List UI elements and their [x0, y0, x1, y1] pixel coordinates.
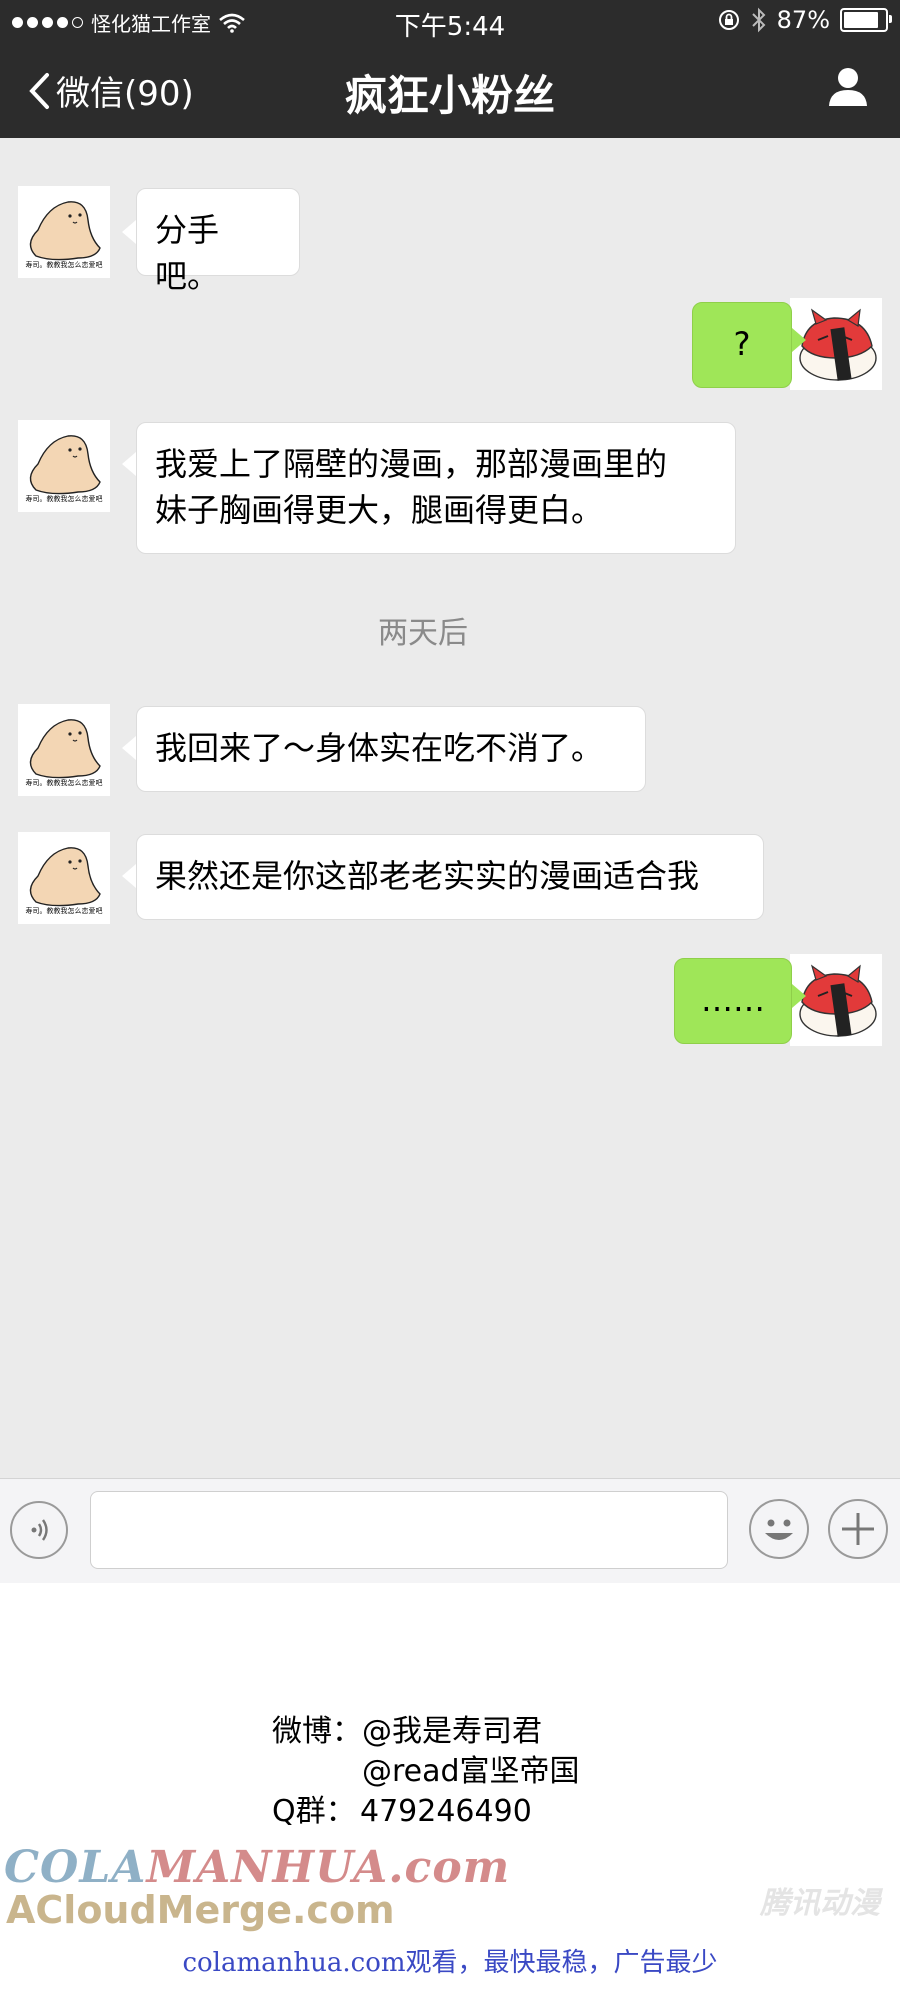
plus-icon [842, 1513, 874, 1545]
voice-icon [31, 1519, 48, 1541]
emoji-button[interactable] [749, 1499, 809, 1559]
bubble-tail [122, 452, 136, 476]
cola-watermark: COLAMANHUA.com [4, 1842, 511, 1893]
battery-percent: 87% [776, 6, 830, 34]
emoji-icon [765, 1519, 793, 1540]
bubble-tail [122, 864, 136, 888]
more-button[interactable] [828, 1499, 888, 1559]
top-bar: 怪化猫工作室 下午5:44 87% 微信(90) 疯狂小粉丝 [0, 0, 900, 138]
incoming-message[interactable]: 分手吧。 [136, 188, 300, 295]
time-divider: 两天后 [378, 616, 468, 651]
sender-avatar[interactable]: 寿司。教教我怎么恋爱吧 [18, 420, 110, 512]
weibo-label: 微博： [272, 1714, 362, 1749]
bubble-tail [122, 736, 136, 760]
nav-bar: 微信(90) 疯狂小粉丝 [0, 44, 900, 138]
qq-label: Q群： [272, 1794, 356, 1829]
incoming-message[interactable]: 我回来了～身体实在吃不消了。 [136, 706, 646, 792]
outgoing-message[interactable]: ? [692, 302, 792, 388]
weibo-handle: @我是寿司君 [362, 1714, 542, 1749]
qq-row: Q群： 479246490 [272, 1792, 580, 1832]
message-text: …… [701, 981, 765, 1019]
bubble-tail [792, 984, 806, 1008]
message-text-line: 我爱上了隔壁的漫画，那部漫画里的 [155, 445, 668, 483]
avatar-caption: 寿司。教教我怎么恋爱吧 [25, 779, 103, 787]
profile-button[interactable] [826, 64, 870, 112]
person-icon [829, 68, 867, 106]
chat-title: 疯狂小粉丝 [344, 71, 555, 120]
status-right: 87% [717, 6, 892, 34]
rotation-lock-icon [718, 10, 739, 30]
weibo-row-2: @read富坚帝国 [272, 1752, 580, 1792]
avatar-caption: 寿司。教教我怎么恋爱吧 [25, 907, 103, 915]
weibo-row: 微博： @我是寿司君 [272, 1712, 580, 1752]
voice-button[interactable] [10, 1501, 68, 1559]
avatar-caption: 寿司。教教我怎么恋爱吧 [25, 495, 103, 503]
bubble-tail [122, 220, 136, 244]
tencent-watermark: 腾讯动漫 [760, 1886, 880, 1921]
message-text-line: 妹子胸画得更大，腿画得更白。 [155, 491, 604, 529]
message-text: 我回来了～身体实在吃不消了。 [155, 729, 604, 767]
input-bar [0, 1478, 900, 1583]
message-text: 分手吧。 [155, 211, 220, 295]
outgoing-message[interactable]: …… [674, 958, 792, 1044]
bluetooth-icon [751, 7, 766, 33]
message-input[interactable] [90, 1491, 728, 1569]
message-text: 果然还是你这部老老实实的漫画适合我 [155, 857, 700, 895]
sender-avatar[interactable]: 寿司。教教我怎么恋爱吧 [18, 832, 110, 924]
weibo-handle: @read富坚帝国 [362, 1754, 580, 1789]
chat-area[interactable]: 寿司。教教我怎么恋爱吧 分手吧。 ? 寿司。教教我怎么恋爱吧 我爱上了隔壁的漫画… [0, 138, 900, 1478]
battery-icon [840, 8, 892, 32]
status-bar: 怪化猫工作室 下午5:44 87% [0, 0, 900, 44]
bubble-tail [792, 328, 806, 352]
avatar-caption: 寿司。教教我怎么恋爱吧 [25, 261, 103, 269]
credits: 微博： @我是寿司君 @read富坚帝国 Q群： 479246490 [272, 1712, 580, 1832]
footer-ad-text: colamanhua.com观看，最快最稳，广告最少 [182, 1948, 718, 1978]
acloud-watermark: ACloudMerge.com [6, 1888, 395, 1932]
sender-avatar[interactable]: 寿司。教教我怎么恋爱吧 [18, 704, 110, 796]
incoming-message[interactable]: 我爱上了隔壁的漫画，那部漫画里的 妹子胸画得更大，腿画得更白。 [136, 422, 736, 554]
message-text: ? [733, 325, 751, 363]
qq-number: 479246490 [360, 1794, 532, 1829]
incoming-message[interactable]: 果然还是你这部老老实实的漫画适合我 [136, 834, 764, 920]
sender-avatar[interactable]: 寿司。教教我怎么恋爱吧 [18, 186, 110, 278]
